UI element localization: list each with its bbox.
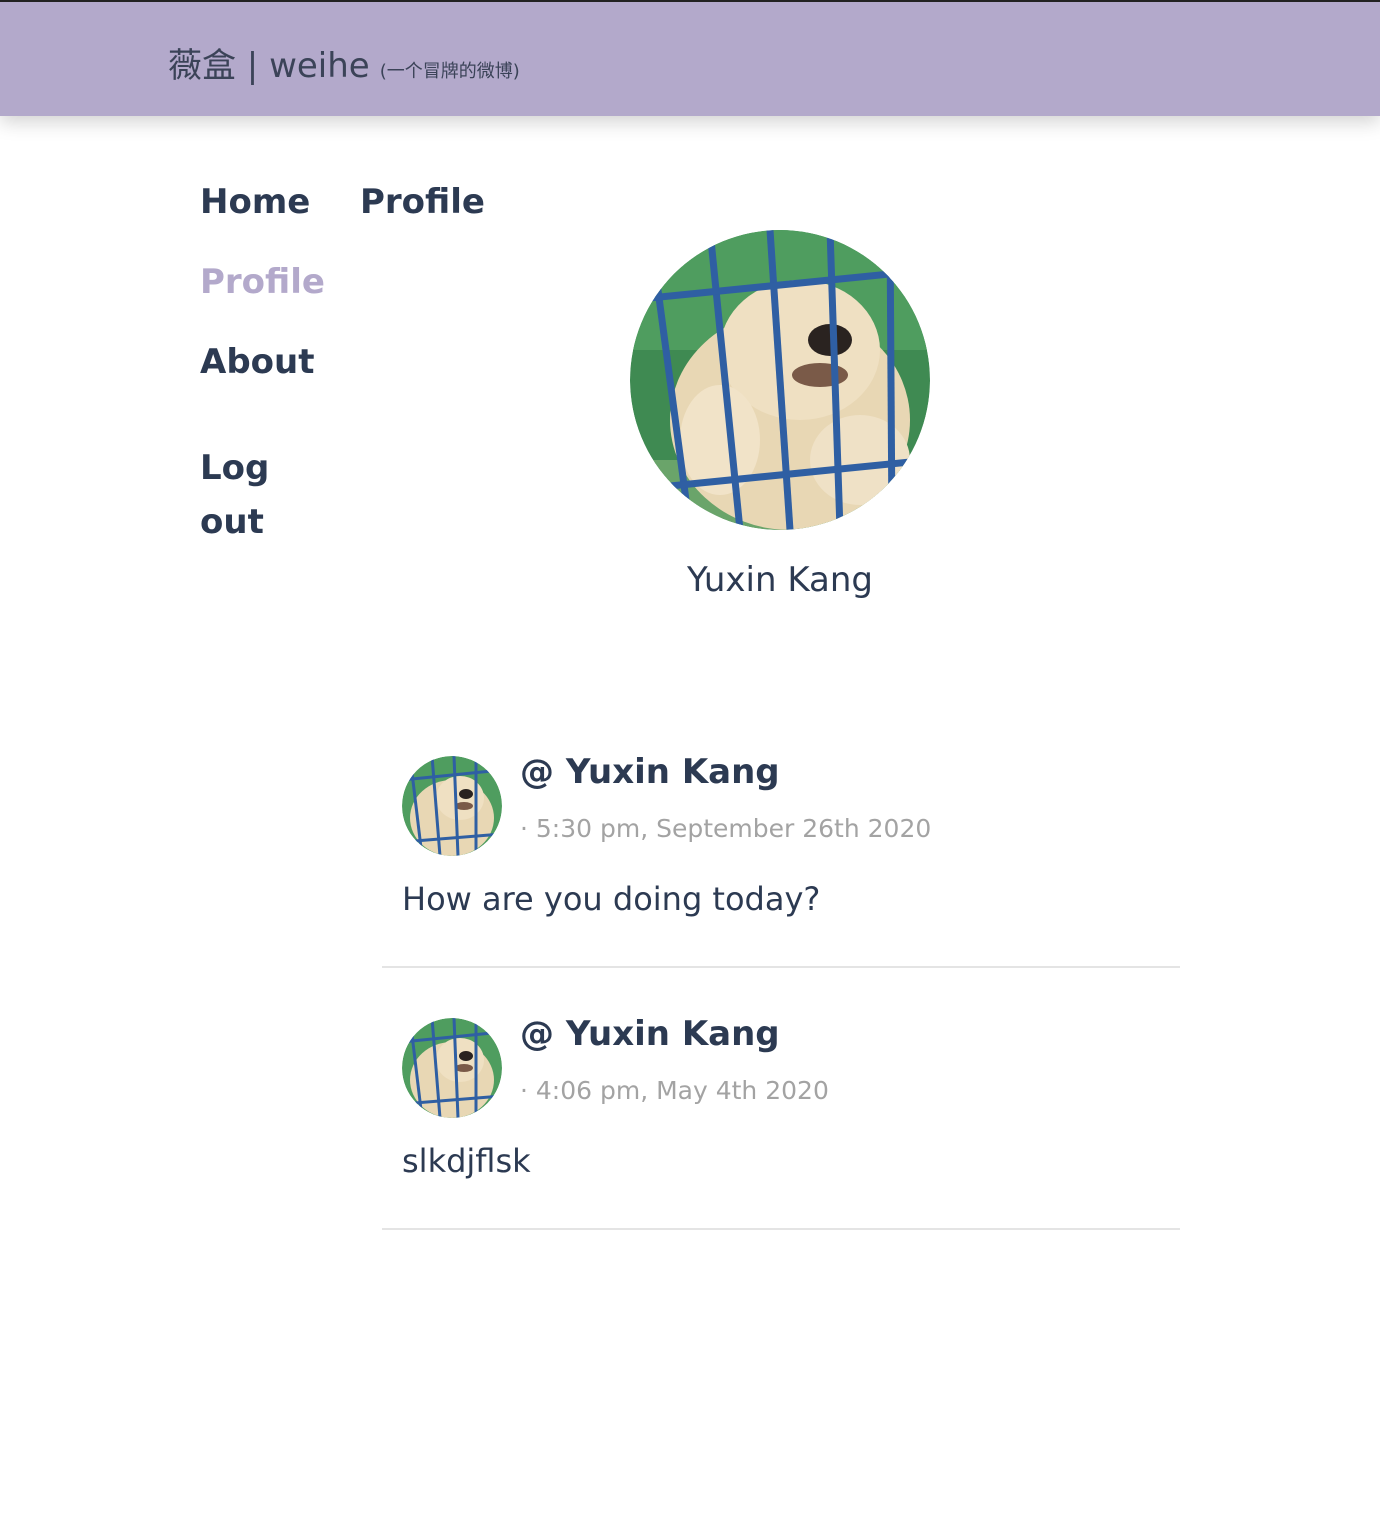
post-timestamp: · 5:30 pm, September 26th 2020 xyxy=(520,814,932,843)
profile-name: Yuxin Kang xyxy=(686,560,873,600)
post-item: @ Yuxin Kang · 5:30 pm, September 26th 2… xyxy=(382,752,1180,968)
top-header: 薇盒 | weihe (一个冒牌的微博) xyxy=(0,0,1380,116)
post-item: @ Yuxin Kang · 4:06 pm, May 4th 2020 slk… xyxy=(382,1014,1180,1230)
nav-item-logout[interactable]: Log out xyxy=(200,441,280,549)
site-brand[interactable]: 薇盒 | weihe (一个冒牌的微博) xyxy=(168,38,520,87)
post-author[interactable]: @ Yuxin Kang xyxy=(520,1014,780,1054)
puppy-avatar-icon xyxy=(402,756,502,856)
post-avatar[interactable] xyxy=(402,1018,502,1118)
nav-item-profile[interactable]: Profile xyxy=(200,255,325,309)
nav-item-home[interactable]: Home xyxy=(200,175,310,229)
page-title: Profile xyxy=(360,182,485,222)
post-text: How are you doing today? xyxy=(402,880,821,918)
site-subtitle: (一个冒牌的微博) xyxy=(379,61,520,82)
post-author[interactable]: @ Yuxin Kang xyxy=(520,752,780,792)
nav-item-about[interactable]: About xyxy=(200,335,314,389)
profile-avatar xyxy=(630,230,930,530)
post-text: slkdjflsk xyxy=(402,1142,531,1180)
puppy-avatar-icon xyxy=(402,1018,502,1118)
post-avatar[interactable] xyxy=(402,756,502,856)
site-title: 薇盒 | weihe xyxy=(168,46,370,86)
puppy-avatar-icon xyxy=(630,230,930,530)
post-timestamp: · 4:06 pm, May 4th 2020 xyxy=(520,1076,829,1105)
